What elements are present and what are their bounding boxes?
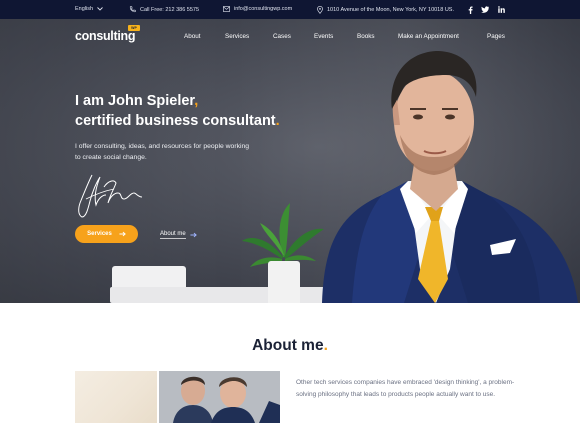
about-photo-office	[75, 371, 157, 423]
phone-icon	[129, 6, 136, 13]
top-info-bar: English Call Free: 212 386 5575 info@con…	[0, 0, 580, 19]
about-me-link[interactable]: About me	[160, 231, 197, 239]
arrow-right-icon	[119, 231, 126, 237]
headline-line1-text: I am John Spieler	[75, 93, 195, 109]
facebook-icon[interactable]	[465, 5, 475, 14]
phone-info[interactable]: Call Free: 212 386 5575	[129, 6, 199, 13]
team-photo-illustration	[159, 371, 280, 423]
about-section-title: About me.	[0, 337, 580, 355]
nav-services[interactable]: Services	[225, 33, 249, 40]
nav-events[interactable]: Events	[314, 33, 333, 40]
nav-books[interactable]: Books	[357, 33, 375, 40]
hero-headline-line1: I am John Spieler,	[75, 93, 198, 109]
hero-headline-line2: certified business consultant.	[75, 113, 280, 129]
accent-dot: .	[275, 113, 280, 129]
logo-badge: WP	[128, 25, 140, 31]
services-button[interactable]: Services	[75, 225, 138, 243]
accent-dot: ,	[194, 93, 199, 109]
email-info[interactable]: info@consultingwp.com	[223, 6, 292, 12]
nav-make-appointment[interactable]: Make an Appointment	[398, 33, 459, 40]
about-me-link-label: About me	[160, 231, 186, 239]
nav-pages[interactable]: Pages	[487, 33, 505, 40]
signature-image	[78, 174, 143, 218]
about-title-text: About me	[252, 337, 324, 354]
twitter-icon[interactable]	[480, 5, 490, 14]
linkedin-icon[interactable]	[496, 5, 506, 14]
location-pin-icon	[317, 6, 323, 14]
about-photo-team	[159, 371, 280, 423]
site-logo[interactable]: consulting	[75, 29, 136, 43]
headline-line2-text: certified business consultant	[75, 113, 276, 129]
language-label: English	[75, 6, 94, 12]
language-selector[interactable]: English	[75, 6, 103, 12]
envelope-icon	[223, 6, 230, 12]
hero-section: consulting WP About Services Cases Event…	[0, 19, 580, 303]
address-text: 1010 Avenue of the Moon, New York, NY 10…	[327, 7, 454, 13]
phone-text: Call Free: 212 386 5575	[140, 6, 200, 13]
consultant-portrait	[322, 51, 578, 303]
nav-about[interactable]: About	[184, 33, 200, 40]
nav-cases[interactable]: Cases	[273, 33, 291, 40]
about-description: Other tech services companies have embra…	[296, 379, 515, 398]
logo-text: consulting	[75, 29, 136, 43]
email-text: info@consultingwp.com	[234, 6, 293, 12]
accent-dot: .	[323, 337, 328, 354]
arrow-right-icon	[190, 232, 197, 238]
services-button-label: Services	[87, 231, 112, 237]
chevron-down-icon	[97, 7, 103, 11]
hero-intro: I offer consulting, ideas, and resources…	[75, 143, 250, 161]
address-info: 1010 Avenue of the Moon, New York, NY 10…	[317, 6, 454, 14]
